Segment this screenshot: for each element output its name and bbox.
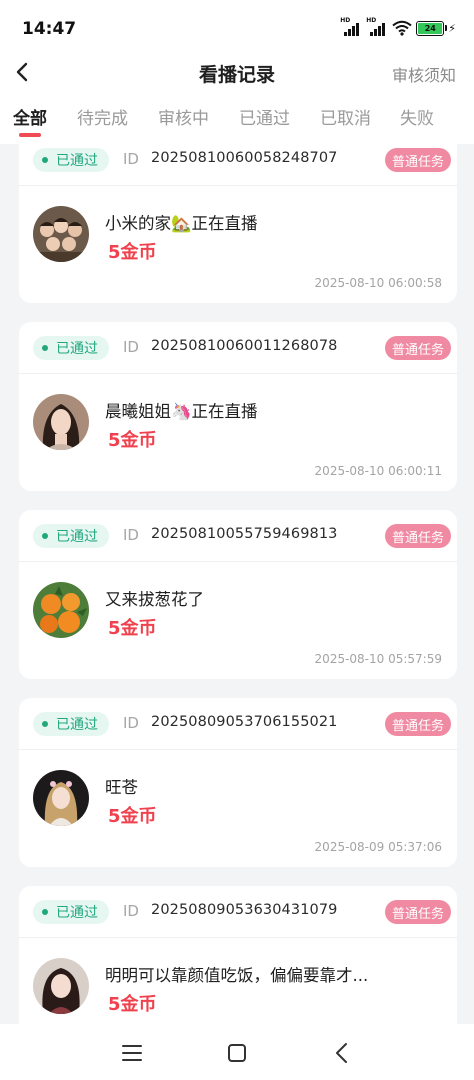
id-label: ID (123, 902, 139, 920)
card-header: 已通过 ID 20250809053706155021 普通任务 (19, 698, 457, 750)
card-header: 已通过 ID 20250810060011268078 普通任务 (19, 322, 457, 374)
task-type-badge: 普通任务 (384, 524, 451, 548)
tab-approved[interactable]: 已通过 (239, 104, 290, 129)
card-header: 已通过 ID 20250809053630431079 普通任务 (19, 886, 457, 938)
streamer-name: 旺苍 (105, 778, 138, 797)
record-card[interactable]: 已通过 ID 20250809053630431079 普通任务 明明可以靠颜值… (19, 886, 457, 1024)
status-badge: 已通过 (33, 524, 109, 548)
home-button[interactable] (222, 1038, 252, 1068)
clock: 14:47 (22, 19, 77, 39)
task-type-badge: 普通任务 (384, 900, 451, 924)
battery-level: 24 (418, 22, 443, 34)
status-badge: 已通过 (33, 336, 109, 360)
recent-apps-button[interactable] (117, 1038, 147, 1068)
avatar[interactable] (33, 206, 89, 262)
status-badge: 已通过 (33, 148, 109, 172)
avatar[interactable] (33, 958, 89, 1014)
tab-failed[interactable]: 失败 (400, 104, 434, 129)
streamer-name: 又来拔葱花了 (105, 590, 204, 609)
card-header: 已通过 ID 20250810060058248707 普通任务 (19, 144, 457, 186)
tab-reviewing[interactable]: 审核中 (158, 104, 209, 129)
record-card[interactable]: 已通过 ID 20250810060011268078 普通任务 晨曦姐姐🦄正在… (19, 322, 457, 491)
system-nav-bar (0, 1024, 474, 1080)
status-badge: 已通过 (33, 900, 109, 924)
status-badge: 已通过 (33, 712, 109, 736)
id-label: ID (123, 338, 139, 356)
reward-amount: 5金币 (108, 618, 157, 639)
streamer-name: 小米的家🏡正在直播 (105, 214, 258, 233)
signal-icon: HD (340, 17, 362, 36)
record-id: 20250809053630431079 (151, 902, 338, 918)
id-label: ID (123, 714, 139, 732)
record-card[interactable]: 已通过 ID 20250810055759469813 普通任务 又来拔葱花了 … (19, 510, 457, 679)
record-id: 20250810060011268078 (151, 338, 338, 354)
record-card[interactable]: 已通过 ID 20250809053706155021 普通任务 旺苍 5金币 … (19, 698, 457, 867)
task-type-badge: 普通任务 (384, 336, 451, 360)
record-time: 2025-08-10 06:00:58 (314, 276, 442, 290)
system-back-button[interactable] (327, 1038, 357, 1068)
reward-amount: 5金币 (108, 242, 157, 263)
tab-pending[interactable]: 待完成 (77, 104, 128, 129)
id-label: ID (123, 526, 139, 544)
signal-icon: HD (366, 17, 388, 36)
record-id: 20250809053706155021 (151, 714, 338, 730)
record-card[interactable]: 已通过 ID 20250810060058248707 普通任务 小米的家🏡正在… (19, 144, 457, 303)
task-type-badge: 普通任务 (384, 712, 451, 736)
record-id: 20250810055759469813 (151, 526, 338, 542)
record-time: 2025-08-09 05:37:06 (314, 840, 442, 854)
wifi-icon (392, 20, 412, 36)
card-header: 已通过 ID 20250810055759469813 普通任务 (19, 510, 457, 562)
system-icons: HD HD 24 ⚡ (340, 17, 456, 36)
streamer-name: 明明可以靠颜值吃饭，偏偏要靠才... (105, 966, 369, 985)
reward-amount: 5金币 (108, 994, 157, 1015)
record-list[interactable]: 已通过 ID 20250810060058248707 普通任务 小米的家🏡正在… (0, 144, 474, 1024)
task-type-badge: 普通任务 (384, 148, 451, 172)
nav-bar: 看播记录 审核须知 (0, 58, 474, 86)
avatar[interactable] (33, 394, 89, 450)
menu-icon (122, 1045, 142, 1061)
reward-amount: 5金币 (108, 430, 157, 451)
status-bar: 14:47 HD HD 24 ⚡ (0, 0, 474, 58)
id-label: ID (123, 150, 139, 168)
filter-tabs: 全部 待完成 审核中 已通过 已取消 失败 (0, 104, 474, 144)
avatar[interactable] (33, 582, 89, 638)
review-notice-link[interactable]: 审核须知 (392, 62, 456, 86)
record-time: 2025-08-10 05:57:59 (314, 652, 442, 666)
record-id: 20250810060058248707 (151, 150, 338, 166)
charging-icon: ⚡ (448, 21, 456, 35)
record-time: 2025-08-10 06:00:11 (314, 464, 442, 478)
tab-cancelled[interactable]: 已取消 (320, 104, 371, 129)
tab-all[interactable]: 全部 (13, 104, 47, 129)
battery-icon: 24 ⚡ (416, 20, 456, 36)
home-square-icon (228, 1044, 246, 1062)
reward-amount: 5金币 (108, 806, 157, 827)
top-area: 14:47 HD HD 24 ⚡ 看播记录 审核须知 全部 待完成 审核中 已通… (0, 0, 474, 144)
streamer-name: 晨曦姐姐🦄正在直播 (105, 402, 258, 421)
chevron-left-icon (336, 1043, 347, 1063)
avatar[interactable] (33, 770, 89, 826)
